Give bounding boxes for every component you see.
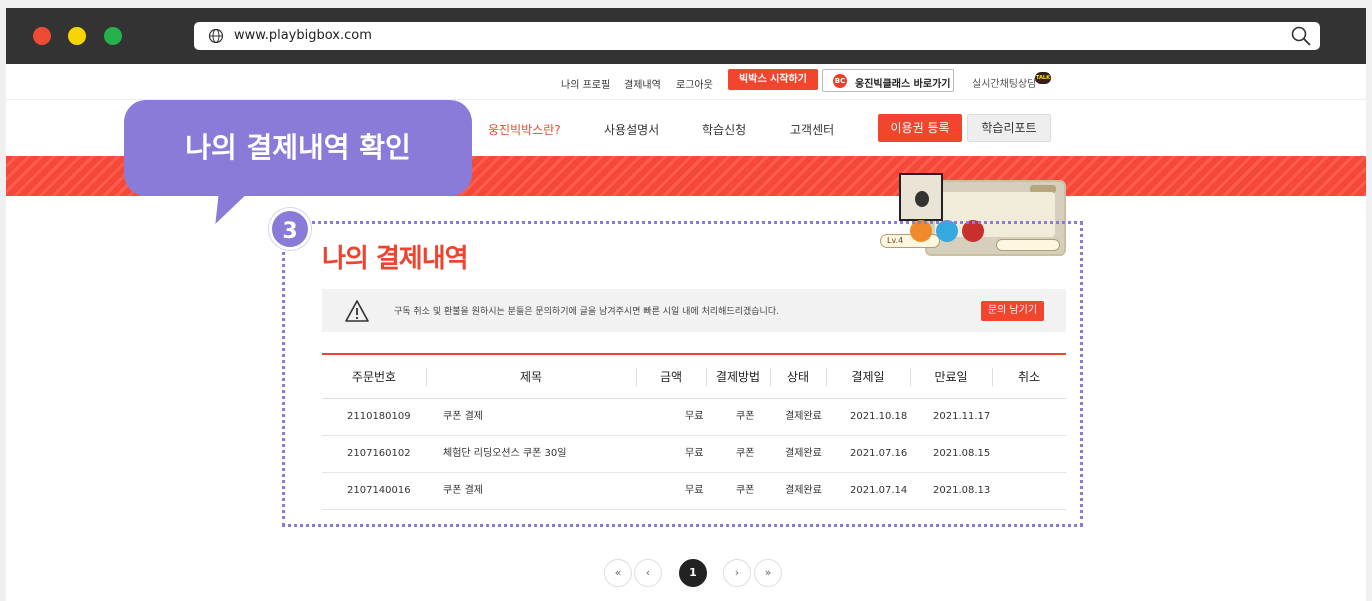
callout-text: 나의 결제내역 확인 — [185, 131, 411, 164]
start-bigbox-button[interactable]: 빅박스 시작하기 — [728, 69, 818, 90]
callout-bubble: 나의 결제내역 확인 — [124, 100, 472, 196]
avatar-head-icon — [915, 191, 929, 207]
nav-about[interactable]: 웅진빅박스란? — [488, 121, 561, 138]
browser-window: www.playbigbox.com 나의 프로필 결제내역 로그아웃 빅박스 … — [6, 8, 1366, 601]
address-bar[interactable]: www.playbigbox.com — [194, 22, 1320, 50]
bigclass-label: 웅진빅클래스 바로가기 — [855, 79, 951, 90]
avatar-illustration — [899, 173, 943, 221]
status-cell: 결제완료 — [785, 411, 822, 422]
method-cell: 쿠폰 — [736, 448, 755, 459]
payment-date-cell: 2021.07.14 — [850, 485, 908, 496]
table-row: 2107160102 체험단 리딩오션스 쿠폰 30일 무료 쿠폰 결제완료 2… — [322, 436, 1066, 473]
col-payment-date: 결제일 — [851, 370, 885, 384]
col-amount: 금액 — [659, 370, 683, 384]
col-expiry-date: 만료일 — [934, 370, 968, 384]
payment-date-cell: 2021.07.16 — [850, 448, 908, 459]
order-number-cell: 2107160102 — [347, 448, 411, 459]
globe-icon — [208, 28, 224, 44]
title-cell: 체험단 리딩오션스 쿠폰 30일 — [443, 448, 567, 459]
amount-cell: 무료 — [685, 485, 704, 496]
nav-support[interactable]: 고객센터 — [790, 121, 834, 138]
notice-box: 구독 취소 및 환불을 원하시는 분들은 문의하기에 글을 남겨주시면 빠른 시… — [322, 289, 1066, 332]
col-status: 상태 — [786, 370, 810, 384]
amount-cell: 무료 — [685, 448, 704, 459]
table-header: 주문번호 제목 금액 결제방법 상태 결제일 만료일 취소 — [322, 353, 1066, 399]
browser-toolbar: www.playbigbox.com — [6, 8, 1366, 64]
close-window-button[interactable] — [33, 27, 51, 45]
status-cell: 결제완료 — [785, 448, 822, 459]
title-cell: 쿠폰 결제 — [443, 485, 483, 496]
step-number-badge: 3 — [269, 208, 311, 250]
logout-link[interactable]: 로그아웃 — [676, 76, 713, 91]
method-cell: 쿠폰 — [736, 485, 755, 496]
status-cell: 결제완료 — [785, 485, 822, 496]
payment-date-cell: 2021.10.18 — [850, 411, 908, 422]
expiry-date-cell: 2021.08.13 — [933, 485, 991, 496]
table-row: 2107140016 쿠폰 결제 무료 쿠폰 결제완료 2021.07.14 2… — [322, 473, 1066, 510]
prev-page-button[interactable]: ‹ — [634, 559, 662, 587]
col-order-number: 주문번호 — [351, 370, 397, 384]
order-number-cell: 2110180109 — [347, 411, 411, 422]
col-payment-method: 결제방법 — [715, 370, 761, 384]
col-cancel: 취소 — [1017, 370, 1041, 384]
kakao-talk-icon[interactable]: TALK — [1035, 72, 1051, 84]
payments-link[interactable]: 결제내역 — [624, 76, 661, 91]
page-1-button[interactable]: 1 — [679, 559, 707, 587]
maximize-window-button[interactable] — [104, 27, 122, 45]
bigclass-logo-icon: BC — [833, 74, 847, 88]
expiry-date-cell: 2021.11.17 — [933, 411, 991, 422]
live-chat-link[interactable]: 실시간채팅상담 — [972, 75, 1036, 90]
expiry-date-cell: 2021.08.15 — [933, 448, 991, 459]
title-cell: 쿠폰 결제 — [443, 411, 483, 422]
minimize-window-button[interactable] — [68, 27, 86, 45]
callout-tail — [201, 194, 247, 224]
payment-table: 주문번호 제목 금액 결제방법 상태 결제일 만료일 취소 2110180109… — [322, 353, 1066, 510]
warning-icon — [345, 300, 369, 322]
nav-manual[interactable]: 사용설명서 — [604, 121, 659, 138]
notice-text: 구독 취소 및 환불을 원하시는 분들은 문의하기에 글을 남겨주시면 빠른 시… — [394, 307, 779, 317]
last-page-button[interactable]: » — [754, 559, 782, 587]
first-page-button[interactable]: « — [604, 559, 632, 587]
next-page-button[interactable]: › — [723, 559, 751, 587]
inquiry-button[interactable]: 문의 남기기 — [981, 301, 1044, 321]
voucher-register-button[interactable]: 이용권 등록 — [878, 114, 962, 142]
amount-cell: 무료 — [685, 411, 704, 422]
table-row: 2110180109 쿠폰 결제 무료 쿠폰 결제완료 2021.10.18 2… — [322, 399, 1066, 436]
order-number-cell: 2107140016 — [347, 485, 411, 496]
method-cell: 쿠폰 — [736, 411, 755, 422]
learning-report-button[interactable]: 학습리포트 — [967, 114, 1051, 142]
col-title: 제목 — [519, 370, 543, 384]
page-title: 나의 결제내역 — [322, 244, 469, 274]
profile-link[interactable]: 나의 프로필 — [561, 76, 610, 91]
nav-apply[interactable]: 학습신청 — [702, 121, 746, 138]
search-icon[interactable] — [1290, 25, 1312, 47]
url-text: www.playbigbox.com — [234, 28, 372, 43]
bigclass-button[interactable]: BC 웅진빅클래스 바로가기 — [822, 69, 954, 92]
